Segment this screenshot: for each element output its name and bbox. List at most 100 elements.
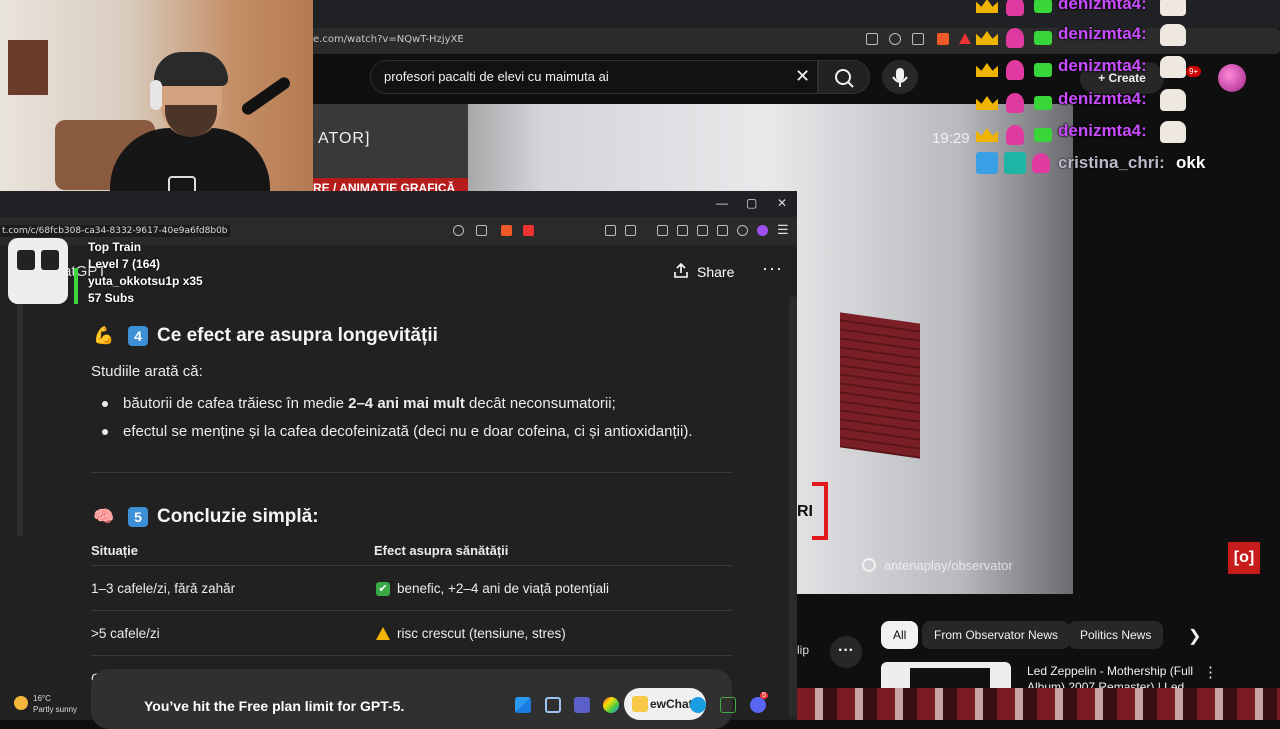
table-header: Situație: [91, 543, 138, 558]
chat-username[interactable]: denizmta4:: [1058, 89, 1147, 109]
windows-start-icon[interactable]: [515, 697, 531, 713]
chat-username[interactable]: denizmta4:: [1058, 0, 1147, 14]
section-heading: Ce efect are asupra longevității: [157, 325, 438, 346]
pink-badge-icon: [1006, 28, 1024, 48]
bullet-text: efectul se menține și la cafea decofeini…: [123, 423, 693, 440]
minimize-icon[interactable]: —: [716, 196, 728, 210]
bullet: [102, 429, 108, 435]
bullet-text-part: decât neconsumatorii;: [464, 395, 616, 412]
green-badge-icon: [1034, 128, 1052, 142]
discord-icon[interactable]: [750, 697, 766, 713]
brave-shield-icon[interactable]: [501, 225, 512, 236]
share-icon[interactable]: [672, 262, 690, 280]
notification-badge[interactable]: 9+: [1186, 66, 1202, 77]
yt-side-panel: [1073, 104, 1280, 594]
cat-emote-icon: [1160, 89, 1186, 111]
bullet-text: băutorii de cafea trăiesc în medie 2–4 a…: [123, 395, 616, 412]
active-app-label[interactable]: ewChat: [650, 697, 693, 711]
brave-rewards-icon[interactable]: [523, 225, 534, 236]
media-icon[interactable]: [657, 225, 668, 236]
train-progress-bar: [74, 268, 78, 304]
extensions-icon[interactable]: [605, 225, 616, 236]
close-icon[interactable]: ✕: [795, 66, 810, 87]
menu-icon[interactable]: ☰: [777, 222, 789, 238]
weather-temp[interactable]: 16°C: [33, 694, 51, 703]
video-watermark: antenaplay/observator: [884, 558, 1013, 573]
profile-icon[interactable]: [757, 225, 768, 236]
yt-url-text[interactable]: e.com/watch?v=NQwT-HzjyXE: [313, 34, 464, 45]
train-title: Top Train: [88, 240, 142, 254]
app-icon[interactable]: [574, 697, 590, 713]
more-actions-button[interactable]: ···: [830, 636, 862, 668]
task-view-icon[interactable]: [545, 697, 561, 713]
rec-strip: [797, 688, 1280, 720]
leo-ai-icon[interactable]: [717, 225, 728, 236]
xbox-icon[interactable]: [720, 697, 736, 713]
copilot-icon[interactable]: [603, 697, 619, 713]
table-cell: risc crescut (tensiune, stres): [397, 626, 566, 641]
green-badge-icon: [1034, 0, 1052, 13]
kebab-menu-icon[interactable]: ⋮: [1203, 663, 1218, 681]
chip-from-observator[interactable]: From Observator News: [922, 621, 1071, 649]
green-badge-icon: [1034, 96, 1052, 110]
train-icon: [8, 238, 68, 304]
chatgpt-titlebar: [0, 191, 797, 217]
clip-button[interactable]: lip: [797, 643, 809, 657]
bullet-text-part: băutorii de cafea trăiesc în medie: [123, 395, 349, 412]
more-options-icon[interactable]: ···: [762, 258, 783, 279]
cat-emote-icon: [1160, 24, 1186, 46]
voice-search-button[interactable]: [882, 60, 918, 94]
hammer-badge-icon: [976, 152, 998, 174]
pink-badge-icon: [1006, 125, 1024, 145]
folder-icon[interactable]: [632, 696, 648, 712]
bullet-text-bold: 2–4 ani mai mult: [348, 395, 465, 412]
table-divider: [91, 610, 732, 611]
scrollbar[interactable]: [789, 297, 797, 717]
brave-shield-icon[interactable]: [937, 33, 949, 45]
status-url: t.com/c/68fcb308-ca34-8332-9617-40e9a6fd…: [0, 225, 230, 237]
chat-username[interactable]: cristina_chri:: [1058, 153, 1165, 173]
table-divider: [91, 655, 732, 656]
share-page-icon[interactable]: [912, 33, 924, 45]
number-badge: 4: [128, 326, 148, 346]
vpn-icon[interactable]: [737, 225, 748, 236]
share-page-icon[interactable]: [476, 225, 487, 236]
chat-username[interactable]: denizmta4:: [1058, 121, 1147, 141]
sidebar-scrollbar[interactable]: [17, 297, 23, 537]
avatar[interactable]: [1218, 64, 1246, 92]
reader-icon[interactable]: [866, 33, 878, 45]
chip-all[interactable]: All: [881, 621, 919, 649]
steam-icon[interactable]: [690, 697, 706, 713]
zoom-icon[interactable]: [453, 225, 464, 236]
channel-icon[interactable]: [o]: [1228, 542, 1260, 574]
search-query-text[interactable]: profesori pacalti de elevi cu maimuta ai: [384, 69, 609, 84]
table-cell: >5 cafele/zi: [91, 626, 160, 641]
brave-rewards-icon[interactable]: [959, 33, 971, 44]
section-heading: Concluzie simplă:: [157, 506, 319, 527]
zoom-icon[interactable]: [889, 33, 901, 45]
share-button[interactable]: Share: [697, 264, 734, 280]
chevron-right-icon[interactable]: ❯: [1188, 626, 1201, 646]
weather-icon[interactable]: [14, 696, 28, 710]
train-user: yuta_okkotsu1p x35: [88, 274, 203, 288]
chat-username[interactable]: denizmta4:: [1058, 56, 1147, 76]
pink-badge-icon: [1032, 153, 1050, 173]
maximize-icon[interactable]: ▢: [746, 196, 757, 210]
chat-text: okk: [1176, 153, 1206, 172]
chip-politics[interactable]: Politics News: [1068, 621, 1164, 649]
weather-desc[interactable]: Partly sunny: [33, 705, 77, 714]
search-button[interactable]: [818, 60, 870, 94]
wallet-icon[interactable]: [697, 225, 708, 236]
watermark-icon: [862, 558, 876, 572]
close-icon[interactable]: ✕: [777, 196, 787, 210]
sidebar-icon[interactable]: [677, 225, 688, 236]
chat-username[interactable]: denizmta4:: [1058, 24, 1147, 44]
table-cell: benefic, +2–4 ani de viață potențiali: [397, 581, 610, 596]
plan-limit-text: You’ve hit the Free plan limit for GPT-5…: [144, 698, 405, 714]
video-red-text: RI: [797, 503, 813, 520]
paragraph: Studiile arată că:: [91, 363, 203, 380]
pink-badge-icon: [1006, 60, 1024, 80]
microphone-arm: [239, 75, 293, 117]
number-badge: 5: [128, 507, 148, 527]
screenshot-icon[interactable]: [625, 225, 636, 236]
